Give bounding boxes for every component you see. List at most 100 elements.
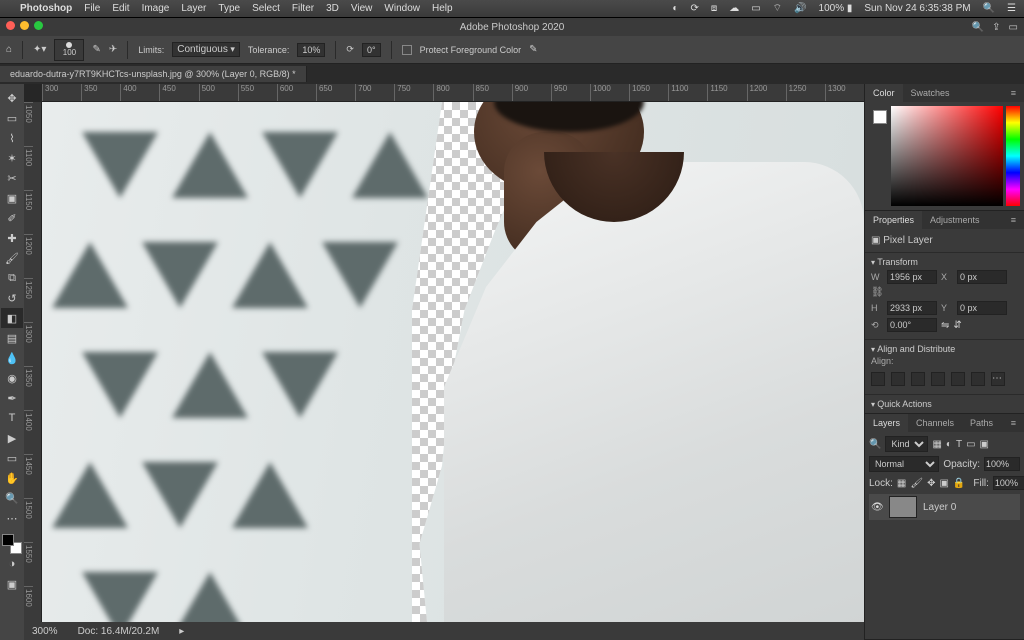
status-icon[interactable]: ◐ (672, 3, 678, 14)
align-section[interactable]: Align and Distribute (871, 344, 1018, 354)
healing-tool[interactable]: ✚ (1, 228, 23, 248)
menu-image[interactable]: Image (142, 3, 170, 14)
quick-actions-section[interactable]: Quick Actions (871, 399, 1018, 409)
flip-h-icon[interactable]: ⇋ (941, 320, 949, 331)
filter-smart-icon[interactable]: ▣ (980, 439, 989, 450)
zoom-tool[interactable]: 🔍 (1, 488, 23, 508)
swatches-tab[interactable]: Swatches (903, 84, 958, 102)
eyedropper-tool[interactable]: ✐ (1, 208, 23, 228)
color-swatches[interactable] (2, 534, 22, 554)
tablet-pressure-icon[interactable]: ✎ (529, 44, 537, 55)
lock-transparent-icon[interactable]: ▦ (897, 478, 906, 489)
wifi-icon[interactable]: ⌔ (773, 2, 782, 15)
horizontal-ruler[interactable]: 3003504004505005506006507007508008509009… (42, 84, 864, 102)
panel-menu-icon[interactable]: ≡ (1003, 211, 1024, 229)
quick-select-tool[interactable]: ✶ (1, 148, 23, 168)
document-tab[interactable]: eduardo-dutra-y7RT9KHCTcs-unsplash.jpg @… (0, 66, 307, 82)
zoom-level[interactable]: 300% (32, 626, 58, 637)
menu-help[interactable]: Help (432, 3, 453, 14)
layers-tab[interactable]: Layers (865, 414, 908, 432)
more-options-icon[interactable]: ⋯ (991, 372, 1005, 386)
tolerance-input[interactable]: 10% (297, 43, 325, 57)
window-zoom-button[interactable] (34, 21, 43, 30)
dodge-tool[interactable]: ◉ (1, 368, 23, 388)
edit-toolbar[interactable]: ⋯ (1, 508, 23, 528)
display-icon[interactable]: ▭ (751, 3, 760, 14)
pen-tool[interactable]: ✒ (1, 388, 23, 408)
foreground-swatch[interactable] (873, 110, 887, 124)
window-minimize-button[interactable] (20, 21, 29, 30)
align-vcenter-icon[interactable] (951, 372, 965, 386)
panel-menu-icon[interactable]: ≡ (1003, 414, 1024, 432)
visibility-icon[interactable]: 👁 (871, 502, 883, 513)
panel-menu-icon[interactable]: ≡ (1003, 84, 1024, 102)
home-icon[interactable]: ⌂ (6, 44, 12, 55)
flip-v-icon[interactable]: ⇵ (953, 320, 961, 331)
layer-row[interactable]: 👁 Layer 0 (869, 494, 1020, 520)
dropbox-icon[interactable]: ⧈ (711, 3, 717, 14)
link-icon[interactable]: ⛓ (871, 287, 884, 298)
paths-tab[interactable]: Paths (962, 414, 1001, 432)
cloud-icon[interactable]: ☁ (729, 3, 739, 14)
blur-tool[interactable]: 💧 (1, 348, 23, 368)
limits-dropdown[interactable]: Contiguous ▾ (172, 42, 240, 57)
height-input[interactable] (887, 301, 937, 315)
menu-edit[interactable]: Edit (112, 3, 129, 14)
filter-adjust-icon[interactable]: ◐ (946, 439, 952, 450)
screen-mode-toggle[interactable]: ▣ (1, 574, 23, 594)
status-icon[interactable]: ⟳ (690, 3, 698, 14)
menu-type[interactable]: Type (218, 3, 240, 14)
app-menu[interactable]: Photoshop (20, 3, 72, 14)
filter-icon[interactable]: 🔍 (869, 439, 881, 450)
search-icon[interactable]: 🔍 (972, 22, 984, 33)
menu-filter[interactable]: Filter (292, 3, 314, 14)
adjustments-tab[interactable]: Adjustments (922, 211, 988, 229)
lasso-tool[interactable]: ⌇ (1, 128, 23, 148)
gradient-tool[interactable]: ▤ (1, 328, 23, 348)
filter-type-icon[interactable]: T (956, 439, 962, 450)
menu-file[interactable]: File (84, 3, 100, 14)
menu-3d[interactable]: 3D (326, 3, 339, 14)
menu-window[interactable]: Window (384, 3, 420, 14)
brush-tool[interactable]: 🖌 (1, 248, 23, 268)
brush-preset-picker[interactable]: 100 (54, 39, 84, 61)
type-tool[interactable]: T (1, 408, 23, 428)
crop-tool[interactable]: ✂ (1, 168, 23, 188)
control-center-icon[interactable]: ☰ (1007, 3, 1016, 14)
stamp-tool[interactable]: ⧉ (1, 268, 23, 288)
rotate-input[interactable] (887, 318, 937, 332)
marquee-tool[interactable]: ▭ (1, 108, 23, 128)
volume-icon[interactable]: 🔊 (794, 3, 806, 14)
align-left-icon[interactable] (871, 372, 885, 386)
lock-artboard-icon[interactable]: ▣ (939, 478, 948, 489)
filter-pixel-icon[interactable]: ▦ (932, 439, 941, 450)
width-input[interactable] (887, 270, 937, 284)
doc-info[interactable]: Doc: 16.4M/20.2M (78, 626, 160, 637)
align-top-icon[interactable] (931, 372, 945, 386)
channels-tab[interactable]: Channels (908, 414, 962, 432)
menu-select[interactable]: Select (252, 3, 280, 14)
color-picker[interactable] (869, 106, 1020, 206)
quick-mask-toggle[interactable]: ◑ (1, 554, 23, 574)
align-bottom-icon[interactable] (971, 372, 985, 386)
status-chevron-icon[interactable]: ▸ (179, 626, 184, 637)
layer-thumbnail[interactable] (889, 496, 917, 518)
lock-position-icon[interactable]: ✥ (927, 478, 935, 489)
window-close-button[interactable] (6, 21, 15, 30)
vertical-ruler[interactable]: 1050110011501200125013001350140014501500… (24, 102, 42, 640)
clock[interactable]: Sun Nov 24 6:35:38 PM (864, 3, 970, 14)
menu-layer[interactable]: Layer (181, 3, 206, 14)
frame-tool[interactable]: ▣ (1, 188, 23, 208)
opacity-input[interactable] (984, 457, 1020, 471)
battery-status[interactable]: 100% ▮ (819, 3, 853, 14)
spotlight-icon[interactable]: 🔍 (983, 3, 995, 14)
properties-tab[interactable]: Properties (865, 211, 922, 229)
tool-preset-icon[interactable]: ✦▾ (33, 44, 46, 55)
align-right-icon[interactable] (911, 372, 925, 386)
brush-settings-icon[interactable]: ✎ (92, 44, 100, 55)
protect-fg-checkbox[interactable] (402, 45, 412, 55)
transform-section[interactable]: Transform (871, 257, 1018, 267)
filter-shape-icon[interactable]: ▭ (966, 439, 975, 450)
lock-image-icon[interactable]: 🖌 (910, 478, 923, 489)
history-brush-tool[interactable]: ↺ (1, 288, 23, 308)
